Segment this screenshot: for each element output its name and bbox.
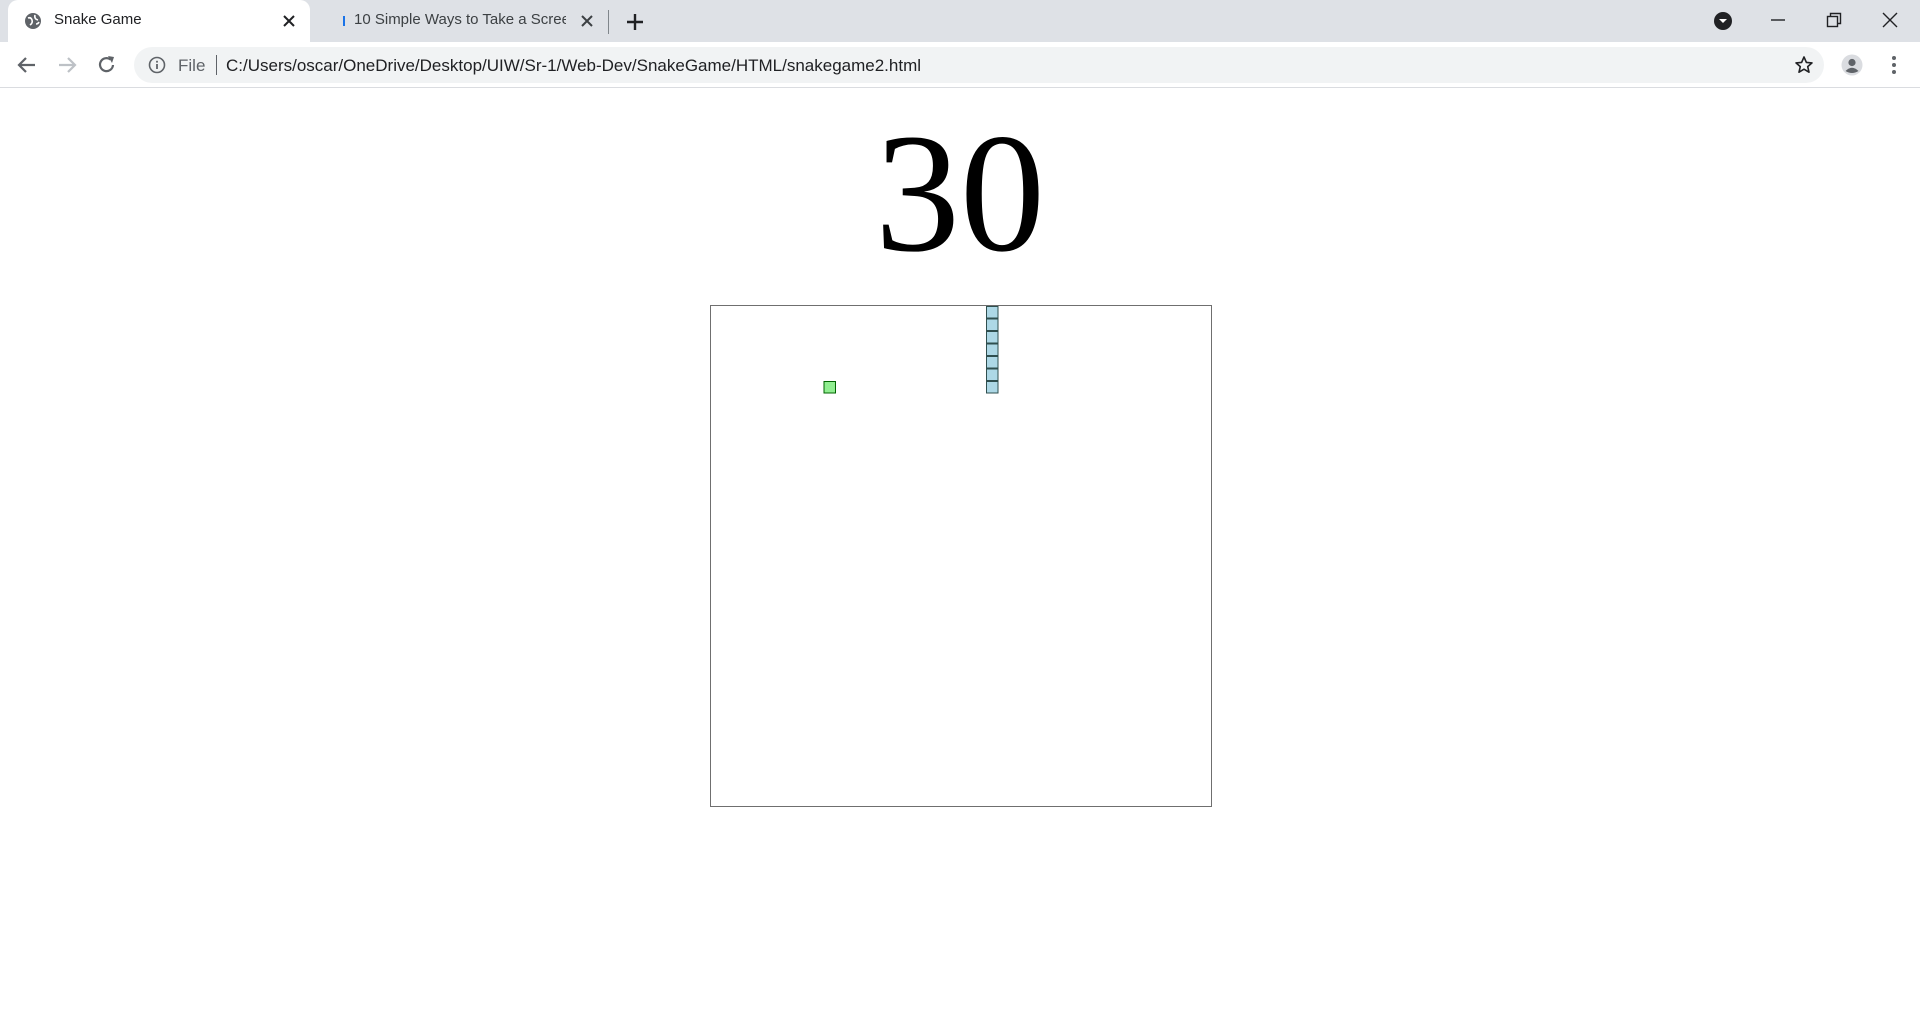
snake-head <box>986 381 999 394</box>
snake-food <box>823 381 836 394</box>
minimize-icon <box>1771 19 1785 21</box>
close-window-button[interactable] <box>1862 0 1918 38</box>
url-text[interactable]: C:/Users/oscar/OneDrive/Desktop/UIW/Sr-1… <box>226 56 921 76</box>
tab-screenshot-article[interactable]: 10 Simple Ways to Take a Screenshot <box>318 0 608 42</box>
tab-separator <box>608 10 609 34</box>
snake-segment <box>986 331 999 344</box>
game-board[interactable] <box>710 305 1212 807</box>
reload-icon <box>98 56 115 73</box>
reload-button[interactable] <box>93 51 121 79</box>
back-arrow-icon <box>17 57 35 73</box>
plus-icon <box>627 14 643 30</box>
forward-button[interactable] <box>53 51 81 79</box>
tab-snake-game[interactable]: Snake Game <box>8 0 310 42</box>
snake-segment <box>986 343 999 356</box>
loading-icon <box>336 12 354 30</box>
profile-button[interactable] <box>1838 51 1866 79</box>
minimize-button[interactable] <box>1750 0 1806 38</box>
forward-arrow-icon <box>59 57 77 73</box>
kebab-menu-icon <box>1892 56 1896 74</box>
bookmark-star-icon[interactable] <box>1794 55 1814 80</box>
tab-search-button[interactable] <box>1694 0 1750 38</box>
snake-segment <box>986 306 999 319</box>
url-divider <box>216 55 217 75</box>
url-scheme-label: File <box>178 56 206 75</box>
tab-search-icon <box>1714 12 1732 30</box>
tab-title: 10 Simple Ways to Take a Screenshot <box>354 11 566 28</box>
snake-segment <box>986 356 999 369</box>
restore-button[interactable] <box>1806 0 1862 38</box>
tab-strip: Snake Game 10 Simple Ways to Take a Scre… <box>0 0 1920 42</box>
globe-icon <box>24 12 42 30</box>
score-display: 30 <box>875 99 1045 287</box>
close-tab-icon[interactable] <box>280 12 298 30</box>
close-tab-icon[interactable] <box>578 12 596 30</box>
tab-title: Snake Game <box>54 11 142 28</box>
close-icon <box>1882 12 1898 28</box>
info-icon[interactable] <box>148 56 166 79</box>
snake-segment <box>986 318 999 331</box>
restore-icon <box>1826 12 1842 28</box>
snake-segment <box>986 368 999 381</box>
new-tab-button[interactable] <box>622 9 648 35</box>
back-button[interactable] <box>13 51 41 79</box>
browser-toolbar: File C:/Users/oscar/OneDrive/Desktop/UIW… <box>0 42 1920 88</box>
address-bar[interactable]: File C:/Users/oscar/OneDrive/Desktop/UIW… <box>134 47 1824 83</box>
account-icon <box>1841 54 1863 76</box>
game-canvas <box>823 306 999 394</box>
menu-button[interactable] <box>1880 51 1908 79</box>
